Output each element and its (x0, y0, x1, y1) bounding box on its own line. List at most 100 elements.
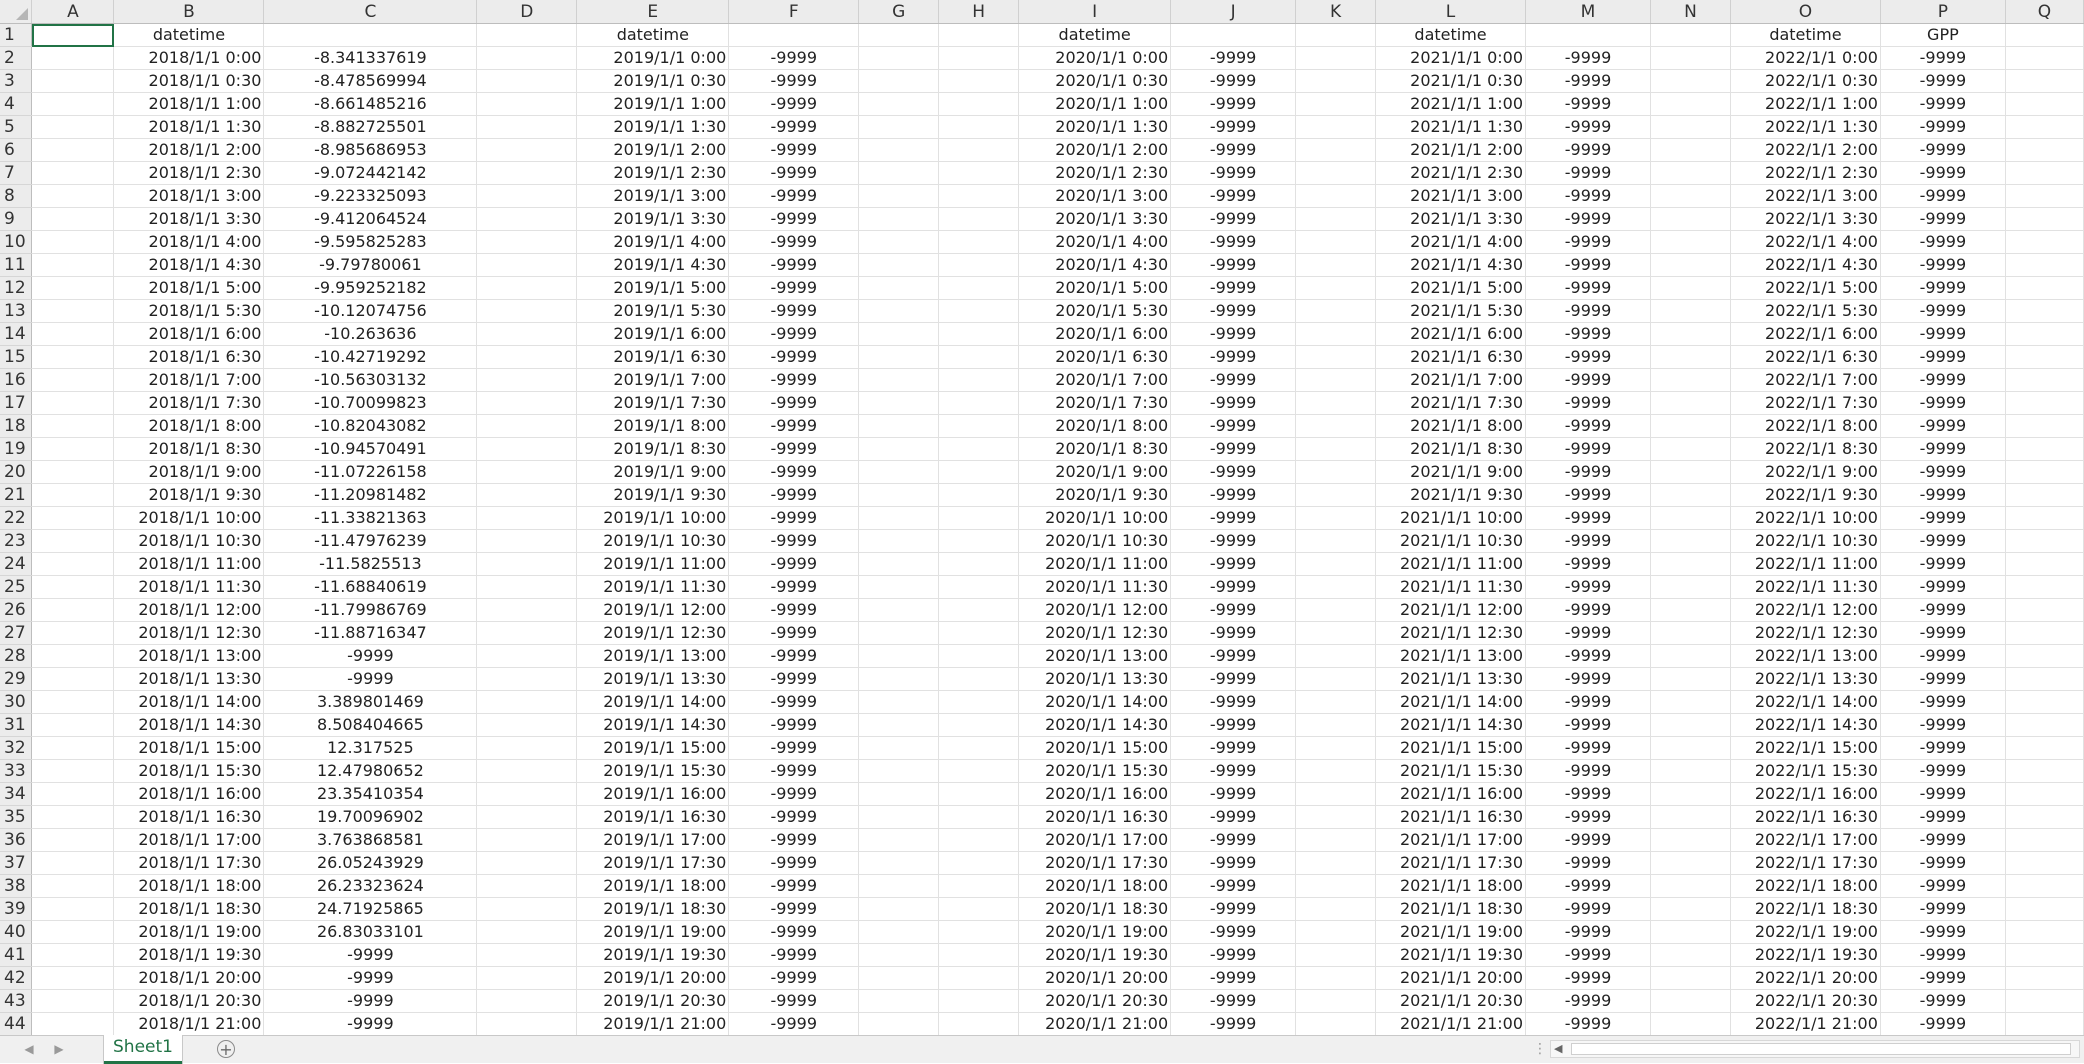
cell-i29[interactable]: 2020/1/1 13:30 (1018, 667, 1172, 691)
cell-n6[interactable] (1650, 138, 1731, 162)
cell-e10[interactable]: 2019/1/1 4:00 (576, 230, 730, 254)
cell-i44[interactable]: 2020/1/1 21:00 (1018, 1012, 1172, 1035)
cell-f36[interactable]: -9999 (728, 828, 860, 852)
cell-j15[interactable]: -9999 (1170, 345, 1297, 369)
cell-k21[interactable] (1295, 483, 1377, 507)
cell-q6[interactable] (2005, 138, 2084, 162)
cell-i1[interactable]: datetime (1018, 23, 1172, 47)
cell-j4[interactable]: -9999 (1170, 92, 1297, 116)
cell-f7[interactable]: -9999 (728, 161, 860, 185)
cell-j43[interactable]: -9999 (1170, 989, 1297, 1013)
cell-e38[interactable]: 2019/1/1 18:00 (576, 874, 730, 898)
cell-p8[interactable]: -9999 (1880, 184, 2006, 208)
cell-c20[interactable]: -11.07226158 (263, 460, 478, 484)
cell-k23[interactable] (1295, 529, 1377, 553)
cell-q5[interactable] (2005, 115, 2084, 139)
cell-o34[interactable]: 2022/1/1 16:00 (1730, 782, 1881, 806)
cell-q40[interactable] (2005, 920, 2084, 944)
cell-n18[interactable] (1650, 414, 1731, 438)
cell-c31[interactable]: 8.508404665 (263, 713, 478, 737)
row-header-25[interactable]: 25 (0, 575, 33, 599)
cell-o32[interactable]: 2022/1/1 15:00 (1730, 736, 1881, 760)
cell-d24[interactable] (476, 552, 578, 576)
cell-m37[interactable]: -9999 (1525, 851, 1651, 875)
cell-i7[interactable]: 2020/1/1 2:30 (1018, 161, 1172, 185)
cell-l20[interactable]: 2021/1/1 9:00 (1375, 460, 1527, 484)
cell-f3[interactable]: -9999 (728, 69, 860, 93)
cell-g27[interactable] (858, 621, 940, 645)
cell-j25[interactable]: -9999 (1170, 575, 1297, 599)
cell-e12[interactable]: 2019/1/1 5:00 (576, 276, 730, 300)
cell-f20[interactable]: -9999 (728, 460, 860, 484)
cell-n39[interactable] (1650, 897, 1731, 921)
cell-f14[interactable]: -9999 (728, 322, 860, 346)
cell-i19[interactable]: 2020/1/1 8:30 (1018, 437, 1172, 461)
cell-l15[interactable]: 2021/1/1 6:30 (1375, 345, 1527, 369)
cell-q26[interactable] (2005, 598, 2084, 622)
row-header-12[interactable]: 12 (0, 276, 33, 300)
cell-n5[interactable] (1650, 115, 1731, 139)
cell-e36[interactable]: 2019/1/1 17:00 (576, 828, 730, 852)
cell-d6[interactable] (476, 138, 578, 162)
cell-e30[interactable]: 2019/1/1 14:00 (576, 690, 730, 714)
cell-m14[interactable]: -9999 (1525, 322, 1651, 346)
cell-k37[interactable] (1295, 851, 1377, 875)
cell-g6[interactable] (858, 138, 940, 162)
row-header-29[interactable]: 29 (0, 667, 33, 691)
cell-b17[interactable]: 2018/1/1 7:30 (113, 391, 265, 415)
row-header-24[interactable]: 24 (0, 552, 33, 576)
cell-p24[interactable]: -9999 (1880, 552, 2006, 576)
cell-g12[interactable] (858, 276, 940, 300)
cell-m38[interactable]: -9999 (1525, 874, 1651, 898)
cell-b6[interactable]: 2018/1/1 2:00 (113, 138, 265, 162)
cell-m4[interactable]: -9999 (1525, 92, 1651, 116)
cell-a10[interactable] (31, 230, 115, 254)
cell-c6[interactable]: -8.985686953 (263, 138, 478, 162)
cell-g11[interactable] (858, 253, 940, 277)
cell-n13[interactable] (1650, 299, 1731, 323)
column-header-p[interactable]: P (1880, 0, 2006, 24)
cell-d39[interactable] (476, 897, 578, 921)
cell-q23[interactable] (2005, 529, 2084, 553)
cell-c43[interactable]: -9999 (263, 989, 478, 1013)
cell-q27[interactable] (2005, 621, 2084, 645)
cell-j22[interactable]: -9999 (1170, 506, 1297, 530)
cell-l40[interactable]: 2021/1/1 19:00 (1375, 920, 1527, 944)
cell-p18[interactable]: -9999 (1880, 414, 2006, 438)
cell-l25[interactable]: 2021/1/1 11:30 (1375, 575, 1527, 599)
cell-c38[interactable]: 26.23323624 (263, 874, 478, 898)
cell-g31[interactable] (858, 713, 940, 737)
cell-m12[interactable]: -9999 (1525, 276, 1651, 300)
cell-n38[interactable] (1650, 874, 1731, 898)
cell-p5[interactable]: -9999 (1880, 115, 2006, 139)
cell-k10[interactable] (1295, 230, 1377, 254)
cell-a26[interactable] (31, 598, 115, 622)
cell-a32[interactable] (31, 736, 115, 760)
cell-d42[interactable] (476, 966, 578, 990)
cell-b32[interactable]: 2018/1/1 15:00 (113, 736, 265, 760)
cell-n30[interactable] (1650, 690, 1731, 714)
cell-k12[interactable] (1295, 276, 1377, 300)
cell-o8[interactable]: 2022/1/1 3:00 (1730, 184, 1881, 208)
cell-q36[interactable] (2005, 828, 2084, 852)
cell-g10[interactable] (858, 230, 940, 254)
cell-m8[interactable]: -9999 (1525, 184, 1651, 208)
select-all-corner[interactable] (0, 0, 33, 24)
cell-a40[interactable] (31, 920, 115, 944)
cell-p32[interactable]: -9999 (1880, 736, 2006, 760)
cell-b15[interactable]: 2018/1/1 6:30 (113, 345, 265, 369)
cell-d25[interactable] (476, 575, 578, 599)
cell-c15[interactable]: -10.42719292 (263, 345, 478, 369)
cell-e15[interactable]: 2019/1/1 6:30 (576, 345, 730, 369)
cell-h38[interactable] (938, 874, 1020, 898)
row-header-19[interactable]: 19 (0, 437, 33, 461)
cell-o2[interactable]: 2022/1/1 0:00 (1730, 46, 1881, 70)
cell-a7[interactable] (31, 161, 115, 185)
column-header-k[interactable]: K (1295, 0, 1377, 24)
cell-o39[interactable]: 2022/1/1 18:30 (1730, 897, 1881, 921)
cell-k33[interactable] (1295, 759, 1377, 783)
cell-p34[interactable]: -9999 (1880, 782, 2006, 806)
cell-h28[interactable] (938, 644, 1020, 668)
cell-m27[interactable]: -9999 (1525, 621, 1651, 645)
cell-j29[interactable]: -9999 (1170, 667, 1297, 691)
